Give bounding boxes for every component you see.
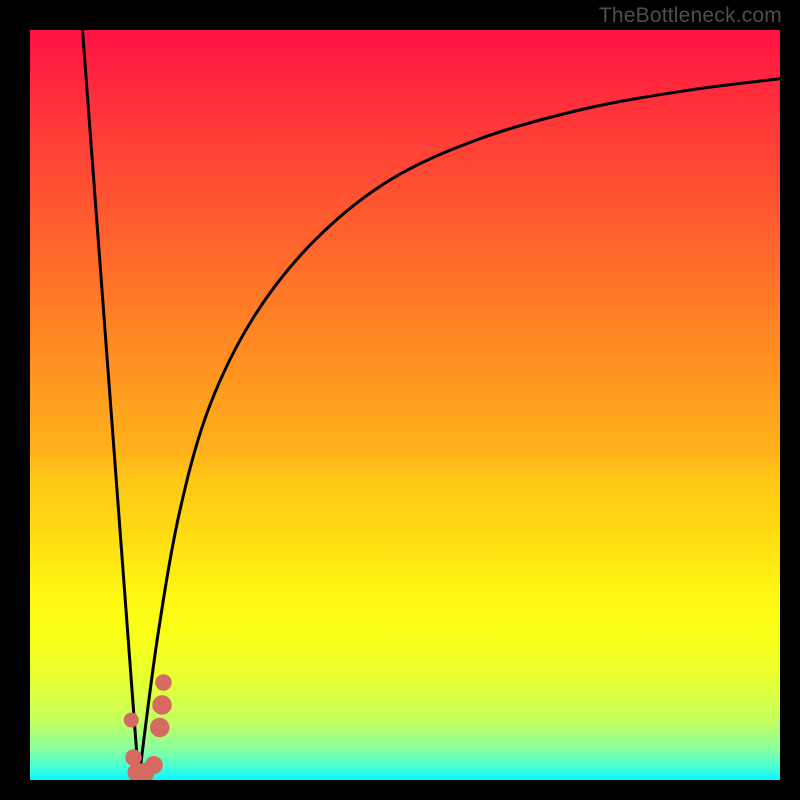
watermark-text: TheBottleneck.com xyxy=(599,4,782,28)
descending-branch xyxy=(83,30,139,780)
chart-frame: TheBottleneck.com xyxy=(0,0,800,800)
curve-layer xyxy=(83,30,781,780)
chart-plot-area xyxy=(30,30,780,780)
data-marker xyxy=(145,756,163,774)
data-marker xyxy=(152,695,172,715)
chart-svg xyxy=(30,30,780,780)
data-marker xyxy=(150,718,170,738)
data-marker xyxy=(124,713,139,728)
data-marker xyxy=(155,674,172,691)
ascending-branch xyxy=(139,79,780,780)
